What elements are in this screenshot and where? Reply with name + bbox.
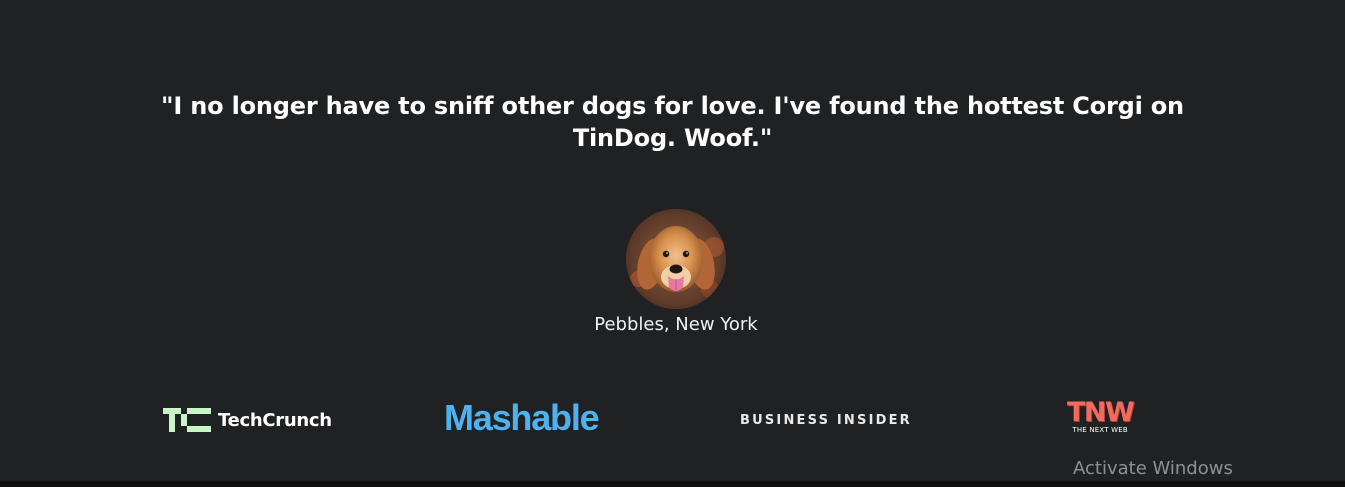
testimonial-quote: "I no longer have to sniff other dogs fo… xyxy=(161,92,1184,152)
techcrunch-logo: TechCrunch xyxy=(163,395,332,445)
business-insider-logo: BUSINESS INSIDER xyxy=(740,412,912,428)
tnw-subtitle: THE NEXT WEB xyxy=(1072,425,1128,434)
dog-avatar xyxy=(626,209,726,309)
tnw-mark: TNW xyxy=(1067,396,1135,428)
techcrunch-text: TechCrunch xyxy=(218,409,332,431)
techcrunch-icon xyxy=(163,408,211,432)
press-logos: TechCrunch Mashable BUSINESS INSIDER TNW… xyxy=(0,395,1345,445)
bottom-bar xyxy=(0,481,1345,487)
tnw-logo: TNW THE NEXT WEB xyxy=(1067,391,1135,441)
dog-avatar-icon xyxy=(626,209,726,309)
testimonial-section: "I no longer have to sniff other dogs fo… xyxy=(0,90,1345,154)
mashable-logo: Mashable xyxy=(444,397,600,438)
testimonial-author: Pebbles, New York xyxy=(594,314,758,335)
activate-windows-watermark: Activate Windows xyxy=(1073,458,1233,479)
